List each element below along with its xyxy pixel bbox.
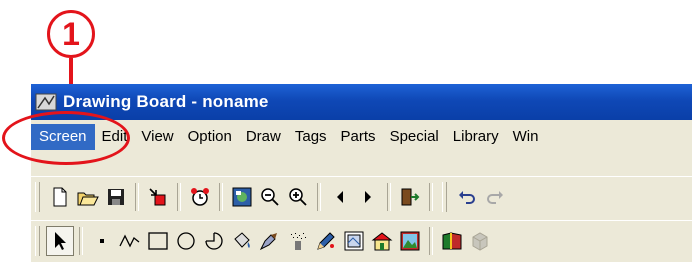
menu-window[interactable]: Win xyxy=(506,124,546,150)
toolbar-separator xyxy=(429,183,433,211)
screen-image-icon[interactable] xyxy=(228,182,256,212)
drawing-board-icon xyxy=(35,93,57,111)
menu-option[interactable]: Option xyxy=(181,124,239,150)
next-page-icon[interactable] xyxy=(354,182,382,212)
toolbar-grip[interactable] xyxy=(35,226,40,256)
menu-bar: Screen Edit View Option Draw Tags Parts … xyxy=(31,120,692,154)
step-number: 1 xyxy=(62,15,80,52)
rectangle-tool-icon[interactable] xyxy=(144,226,172,256)
toolbar-separator xyxy=(387,183,391,211)
arc-tool-icon[interactable] xyxy=(200,226,228,256)
menu-parts[interactable]: Parts xyxy=(334,124,383,150)
building-icon[interactable] xyxy=(368,226,396,256)
book-icon[interactable] xyxy=(438,226,466,256)
spray-icon[interactable] xyxy=(284,226,312,256)
app-window: Drawing Board - noname Screen Edit View … xyxy=(31,84,692,262)
exit-door-icon[interactable] xyxy=(396,182,424,212)
paint-brush-icon[interactable] xyxy=(256,226,284,256)
toolbar-separator xyxy=(219,183,223,211)
menu-view[interactable]: View xyxy=(134,124,180,150)
save-icon[interactable] xyxy=(102,182,130,212)
dot-tool-icon[interactable] xyxy=(88,226,116,256)
screen-menu-highlight xyxy=(2,111,130,165)
menu-library[interactable]: Library xyxy=(446,124,506,150)
picture-frame-icon[interactable] xyxy=(340,226,368,256)
toolbar-separator xyxy=(429,227,433,255)
toolbar-separator xyxy=(317,183,321,211)
menu-draw[interactable]: Draw xyxy=(239,124,288,150)
main-toolbar xyxy=(31,176,692,217)
toolbar-separator xyxy=(79,227,83,255)
previous-page-icon[interactable] xyxy=(326,182,354,212)
zoom-out-icon[interactable] xyxy=(256,182,284,212)
pen-icon[interactable] xyxy=(312,226,340,256)
alarm-clock-icon[interactable] xyxy=(186,182,214,212)
circle-tool-icon[interactable] xyxy=(172,226,200,256)
toolbar-separator xyxy=(177,183,181,211)
drawing-toolbar xyxy=(31,220,692,261)
redo-icon[interactable] xyxy=(481,182,509,212)
landscape-icon[interactable] xyxy=(396,226,424,256)
new-document-icon[interactable] xyxy=(46,182,74,212)
toolbar-grip[interactable] xyxy=(442,182,447,212)
step-number-badge: 1 xyxy=(47,10,95,58)
paint-bucket-icon[interactable] xyxy=(228,226,256,256)
zoom-in-icon[interactable] xyxy=(284,182,312,212)
window-title: Drawing Board - noname xyxy=(63,92,269,111)
select-pointer-icon[interactable] xyxy=(46,226,74,256)
toolbar-separator xyxy=(135,183,139,211)
menu-tags[interactable]: Tags xyxy=(288,124,334,150)
title-bar[interactable]: Drawing Board - noname xyxy=(31,84,692,120)
polyline-tool-icon[interactable] xyxy=(116,226,144,256)
open-folder-icon[interactable] xyxy=(74,182,102,212)
cube-icon[interactable] xyxy=(466,226,494,256)
export-icon[interactable] xyxy=(144,182,172,212)
toolbar-grip[interactable] xyxy=(35,182,40,212)
undo-icon[interactable] xyxy=(453,182,481,212)
menu-special[interactable]: Special xyxy=(383,124,446,150)
